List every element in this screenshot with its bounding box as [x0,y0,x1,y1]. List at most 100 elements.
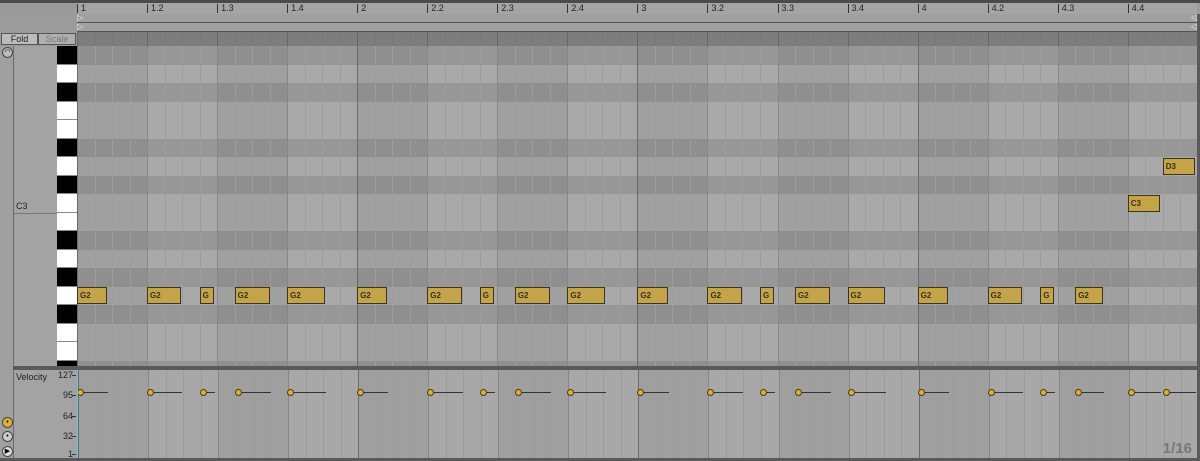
ruler-label[interactable]: 3 [637,4,646,13]
grid-line [1057,32,1059,46]
midi-note[interactable]: C3 [1127,194,1160,212]
grid-line [462,32,464,46]
velocity-handle[interactable] [514,388,522,396]
midi-note[interactable]: G [1040,287,1055,305]
velocity-handle[interactable] [1040,388,1048,396]
midi-note[interactable]: G2 [514,287,550,305]
loop-start-marker-icon[interactable]: ▷ [77,14,83,22]
velocity-handle[interactable] [759,388,767,396]
midi-note[interactable]: G2 [147,287,182,305]
beat-ruler[interactable]: 1 1.2 1.3 1.4 2 2.2 2.3 2.4 3 3.2 3.3 3.4 4 4.2 4.3 4.4 [77,3,1197,14]
white-key[interactable] [57,286,77,305]
ruler-label[interactable]: 3.3 [777,4,794,13]
white-key[interactable] [57,64,77,83]
ruler-label[interactable]: 2.4 [567,4,584,13]
grid-line [1006,370,1008,458]
grid-line [725,370,727,458]
white-key[interactable] [57,249,77,268]
white-key[interactable] [57,323,77,342]
fold-button[interactable]: Fold [1,33,38,45]
envelope-lane-icon[interactable]: • [2,431,13,442]
midi-note[interactable]: G2 [1075,287,1103,305]
play-preview-icon[interactable]: ▶ [2,446,13,457]
velocity-handle[interactable] [917,388,925,396]
ruler-label[interactable]: 1.3 [217,4,234,13]
midi-note[interactable]: G2 [795,287,831,305]
midi-note[interactable]: G2 [847,287,886,305]
ruler-label[interactable]: 1.4 [287,4,304,13]
clip-start-marker-icon[interactable]: ▷ [77,23,83,31]
grid-line [77,32,78,46]
midi-note[interactable]: G2 [287,287,325,305]
black-key[interactable] [57,46,77,65]
midi-note[interactable]: G [479,287,494,305]
scale-button[interactable]: Scale [38,33,76,45]
grid-line [392,32,394,46]
velocity-handle[interactable] [1127,388,1135,396]
velocity-handle[interactable] [427,388,435,396]
midi-note[interactable]: G2 [987,287,1022,305]
grid-line [1146,370,1148,458]
white-key[interactable] [57,101,77,120]
headphones-icon[interactable]: ◠ [2,47,13,58]
velocity-handle[interactable] [479,388,487,396]
velocity-handle[interactable] [78,388,84,396]
white-key[interactable] [57,157,77,176]
black-key[interactable] [57,175,77,194]
grid-line [357,32,359,46]
midi-note[interactable]: G [759,287,774,305]
black-key[interactable] [57,231,77,250]
ruler-label[interactable]: 4.2 [987,4,1004,13]
grid-line [866,370,868,458]
grid-line [1110,46,1112,367]
ruler-label[interactable]: 3.2 [707,4,724,13]
ruler-label[interactable]: 4 [917,4,927,13]
black-key[interactable] [57,268,77,287]
velocity-handle[interactable] [847,388,855,396]
midi-note[interactable]: G2 [427,287,462,305]
black-key[interactable] [57,138,77,157]
midi-note[interactable]: G [199,287,214,305]
velocity-lane[interactable] [77,370,1198,458]
velocity-handle[interactable] [707,388,715,396]
octave-label-c3: C3 [16,201,28,211]
midi-note[interactable]: D3 [1162,157,1195,175]
black-key[interactable] [57,83,77,102]
velocity-handle[interactable] [234,388,242,396]
midi-note[interactable]: G2 [77,287,108,305]
grid-resolution-label[interactable]: 1/16 [1163,440,1192,457]
white-key[interactable] [57,194,77,213]
ruler-label[interactable]: 2.3 [497,4,514,13]
velocity-handle[interactable] [287,388,295,396]
midi-note[interactable]: G2 [917,287,948,305]
ruler-label[interactable]: 1.2 [147,4,164,13]
velocity-handle[interactable] [987,388,995,396]
velocity-handle[interactable] [147,388,155,396]
ruler-label[interactable]: 4.4 [1127,4,1144,13]
velocity-lane-icon[interactable]: • [2,417,13,428]
velocity-handle[interactable] [199,388,207,396]
white-key[interactable] [57,120,77,139]
velocity-handle[interactable] [795,388,802,396]
ruler-label[interactable]: 2 [357,4,366,13]
ruler-label[interactable]: 1 [77,4,86,13]
ruler-label[interactable]: 4.3 [1057,4,1074,13]
midi-note[interactable]: G2 [637,287,668,305]
midi-note[interactable]: G2 [234,287,270,305]
white-key[interactable] [57,342,77,361]
midi-note[interactable]: G2 [707,287,742,305]
ruler-label[interactable]: 2.2 [427,4,444,13]
note-grid[interactable]: G2 G2 G G2 G2 G2 G2 G G2 G2 G2 G2 G G2 G2 G2 G2 G G2 C3 D3 [77,46,1197,367]
velocity-handle[interactable] [567,388,575,396]
velocity-handle[interactable] [1162,388,1170,396]
start-marker-bar[interactable]: ▷ ◁ [77,23,1197,32]
piano-keyboard[interactable] [57,46,78,367]
grid-line [514,46,516,367]
midi-note[interactable]: G2 [357,287,388,305]
black-key[interactable] [57,305,77,324]
white-key[interactable] [57,212,77,231]
midi-note[interactable]: G2 [567,287,606,305]
ruler-label[interactable]: 3.4 [847,4,864,13]
loop-brace-bar[interactable]: ▷ ◁ [77,14,1197,23]
velocity-stem [641,391,669,393]
